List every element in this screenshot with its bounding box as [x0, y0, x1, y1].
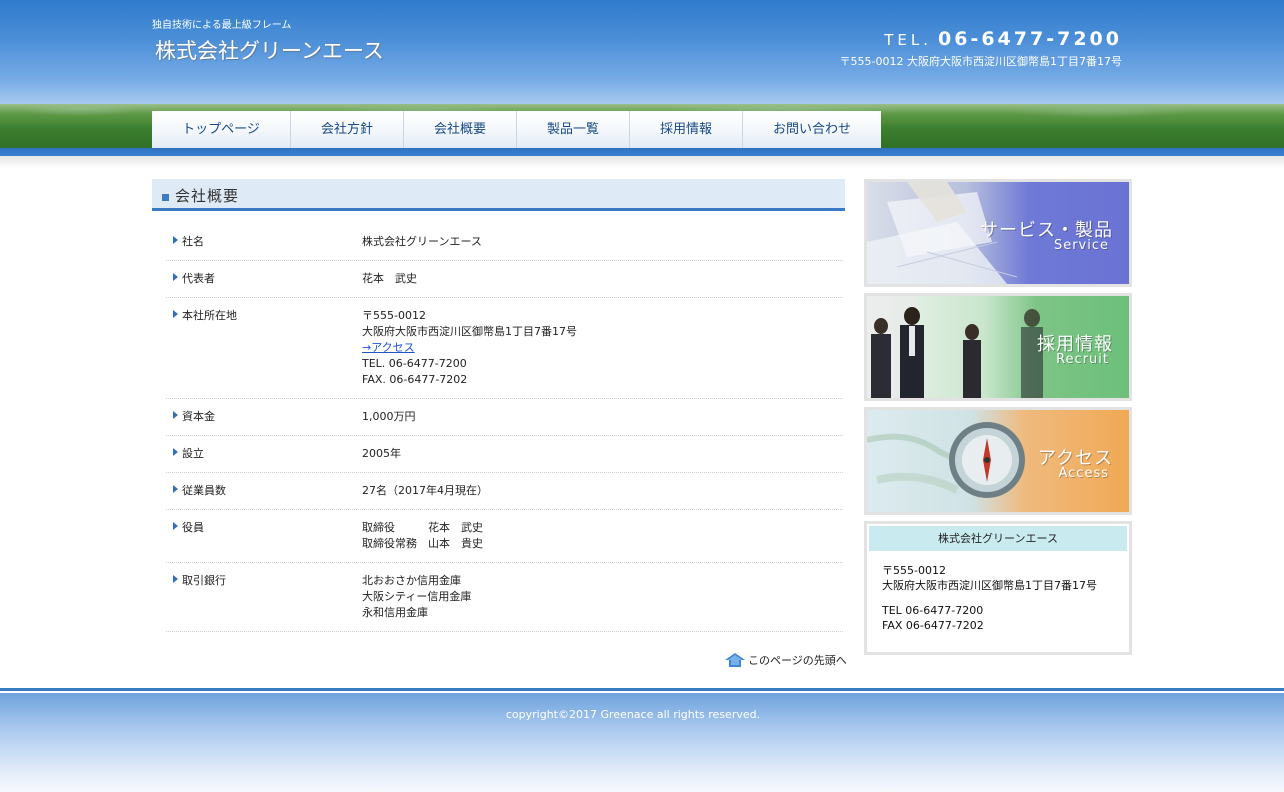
page-top-link[interactable]: このページの先頭へ	[725, 652, 847, 668]
banner-recruit[interactable]: 採用情報 Recruit	[864, 293, 1132, 401]
company-box-fax: FAX 06-6477-7202	[882, 619, 984, 632]
header-shadow	[0, 156, 1284, 168]
tel-label: TEL.	[884, 31, 933, 49]
table-row-headquarters: 本社所在地 〒555-0012 大阪府大阪市西淀川区御幣島1丁目7番17号 →ア…	[166, 298, 843, 399]
site-footer: copyright©2017 Greenace all rights reser…	[0, 688, 1284, 792]
header-address: 〒555-0012 大阪府大阪市西淀川区御幣島1丁目7番17号	[839, 55, 1122, 68]
banner-service[interactable]: サービス・製品 Service	[864, 179, 1132, 287]
triangle-right-icon	[173, 575, 178, 583]
row-label: 代表者	[182, 272, 215, 285]
row-label: 従業員数	[182, 484, 226, 497]
row-label: 社名	[182, 235, 204, 248]
company-info-box: 株式会社グリーンエース 〒555-0012 大阪府大阪市西淀川区御幣島1丁目7番…	[864, 521, 1132, 655]
site-tagline: 独自技術による最上級フレーム	[152, 20, 292, 31]
value-line: 大阪シティー信用金庫	[362, 590, 472, 603]
header-stripe	[0, 148, 1284, 156]
table-row-banks: 取引銀行 北おおさか信用金庫 大阪シティー信用金庫 永和信用金庫	[166, 563, 843, 632]
table-row-capital: 資本金 1,000万円	[166, 399, 843, 436]
row-value: 花本 武史	[362, 271, 843, 287]
value-line: 花本 武史	[362, 272, 417, 285]
tel-number: 06-6477-7200	[938, 28, 1122, 50]
value-line: 1,000万円	[362, 410, 416, 423]
row-label: 資本金	[182, 410, 215, 423]
triangle-right-icon	[173, 236, 178, 244]
banner-access[interactable]: アクセス Access	[864, 407, 1132, 515]
value-line: 大阪府大阪市西淀川区御幣島1丁目7番17号	[362, 325, 577, 338]
nav-item-recruit[interactable]: 採用情報	[630, 111, 743, 148]
table-row-representative: 代表者 花本 武史	[166, 261, 843, 298]
company-box-address: 大阪府大阪市西淀川区御幣島1丁目7番17号	[882, 579, 1097, 592]
site-logo[interactable]: 株式会社グリーンエース	[155, 35, 384, 65]
page-top-label: このページの先頭へ	[748, 654, 847, 667]
company-box-postal: 〒555-0012	[882, 564, 946, 577]
banner-recruit-subtitle: Recruit	[1056, 352, 1109, 367]
triangle-right-icon	[173, 273, 178, 281]
table-row-employees: 従業員数 27名（2017年4月現在）	[166, 473, 843, 510]
company-info-table: 社名 株式会社グリーンエース 代表者 花本 武史 本社所在地 〒555-0012…	[166, 224, 843, 632]
value-line: 取締役 花本 武史	[362, 521, 483, 534]
row-value: 株式会社グリーンエース	[362, 234, 843, 250]
banner-service-subtitle: Service	[1053, 238, 1109, 253]
triangle-right-icon	[173, 448, 178, 456]
value-line: FAX. 06-6477-7202	[362, 373, 468, 386]
nav-item-company[interactable]: 会社概要	[404, 111, 517, 148]
company-box-body: 〒555-0012 大阪府大阪市西淀川区御幣島1丁目7番17号 TEL 06-6…	[867, 553, 1129, 633]
house-arrow-up-icon	[725, 653, 745, 667]
value-line: 2005年	[362, 447, 401, 460]
triangle-right-icon	[173, 522, 178, 530]
table-row-founded: 設立 2005年	[166, 436, 843, 473]
value-line: 〒555-0012	[362, 309, 426, 322]
row-value: 〒555-0012 大阪府大阪市西淀川区御幣島1丁目7番17号 →アクセス TE…	[362, 308, 843, 388]
row-value: 取締役 花本 武史 取締役常務 山本 貴史	[362, 520, 843, 552]
header-phone: TEL. 06-6477-7200	[884, 28, 1122, 50]
nav-item-products[interactable]: 製品一覧	[517, 111, 630, 148]
copyright-text: copyright©2017 Greenace all rights reser…	[505, 708, 761, 721]
value-line: 株式会社グリーンエース	[362, 235, 482, 248]
table-row-officers: 役員 取締役 花本 武史 取締役常務 山本 貴史	[166, 510, 843, 563]
value-line: 27名（2017年4月現在）	[362, 484, 488, 497]
row-value: 27名（2017年4月現在）	[362, 483, 843, 499]
value-line: 取締役常務 山本 貴史	[362, 537, 483, 550]
row-value: 北おおさか信用金庫 大阪シティー信用金庫 永和信用金庫	[362, 573, 843, 621]
row-value: 1,000万円	[362, 409, 843, 425]
page-title: 会社概要	[175, 187, 240, 205]
row-label: 設立	[182, 447, 204, 460]
nav-item-policy[interactable]: 会社方針	[291, 111, 404, 148]
triangle-right-icon	[173, 485, 178, 493]
nav-item-top[interactable]: トップページ	[152, 111, 291, 148]
section-heading: 会社概要	[152, 179, 845, 211]
global-nav: トップページ 会社方針 会社概要 製品一覧 採用情報 お問い合わせ	[152, 111, 881, 148]
value-line: 北おおさか信用金庫	[362, 574, 461, 587]
heading-square-icon	[162, 194, 169, 201]
access-link[interactable]: →アクセス	[362, 341, 415, 354]
row-label: 本社所在地	[182, 309, 237, 322]
value-line: 永和信用金庫	[362, 606, 428, 619]
triangle-right-icon	[173, 411, 178, 419]
row-label: 役員	[182, 521, 204, 534]
nav-item-contact[interactable]: お問い合わせ	[743, 111, 881, 148]
company-box-tel: TEL 06-6477-7200	[882, 604, 984, 617]
banner-access-subtitle: Access	[1058, 466, 1109, 481]
value-line: TEL. 06-6477-7200	[362, 357, 467, 370]
company-box-title: 株式会社グリーンエース	[869, 526, 1127, 551]
table-row-company-name: 社名 株式会社グリーンエース	[166, 224, 843, 261]
row-label: 取引銀行	[182, 574, 226, 587]
triangle-right-icon	[173, 310, 178, 318]
row-value: 2005年	[362, 446, 843, 462]
